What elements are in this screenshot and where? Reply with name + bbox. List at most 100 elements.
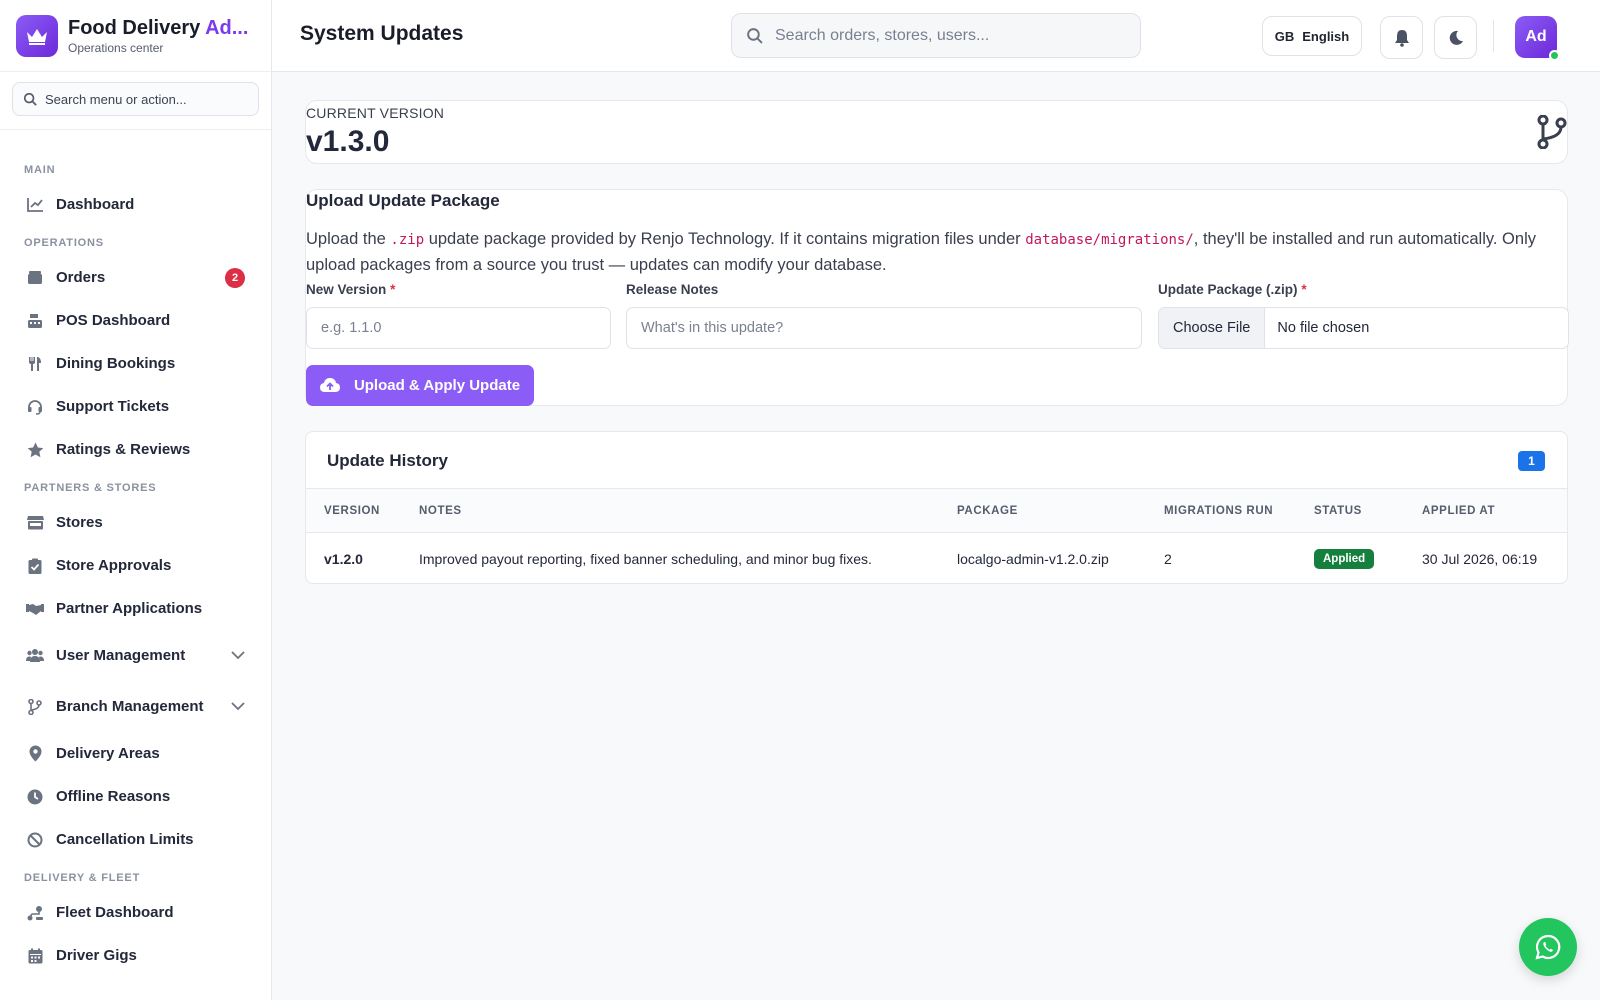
sidebar-item-pos[interactable]: POS Dashboard <box>0 299 271 342</box>
brand[interactable]: Food Delivery Ad... Operations center <box>0 0 271 72</box>
current-version-label: CURRENT VERSION <box>306 105 445 121</box>
row-migrations: 2 <box>1164 551 1172 567</box>
sidebar: Food Delivery Ad... Operations center MA… <box>0 0 272 1000</box>
current-version-card: CURRENT VERSION v1.3.0 <box>305 100 1568 164</box>
box-icon <box>26 269 44 287</box>
brand-title: Food Delivery Ad... <box>68 16 249 39</box>
utensils-icon <box>26 355 44 373</box>
column-header: STATUS <box>1314 505 1362 517</box>
new-version-input[interactable] <box>321 320 596 336</box>
row-applied-at: 30 Jul 2026, 06:19 <box>1422 551 1538 567</box>
column-header: MIGRATIONS RUN <box>1164 505 1274 517</box>
ban-icon <box>26 831 44 849</box>
column-header: APPLIED AT <box>1422 505 1496 517</box>
table-row[interactable]: v1.2.0 Improved payout reporting, fixed … <box>306 533 1567 583</box>
table-header: VERSION NOTES PACKAGE MIGRATIONS RUN STA… <box>306 489 1567 533</box>
clock-icon <box>26 788 44 806</box>
status-badge: Applied <box>1314 549 1375 569</box>
language-selector[interactable]: GB English <box>1262 16 1362 56</box>
map-pin-icon <box>26 745 44 763</box>
upload-description: Upload the .zip update package provided … <box>306 230 1536 274</box>
moon-icon <box>1449 30 1463 45</box>
release-notes-input[interactable] <box>641 320 1127 336</box>
column-header: VERSION <box>324 505 380 517</box>
star-icon <box>26 441 44 459</box>
section-operations: OPERATIONS <box>24 237 104 249</box>
sidebar-item-partner-apps[interactable]: Partner Applications <box>0 587 271 630</box>
sidebar-item-ratings[interactable]: Ratings & Reviews <box>0 428 271 471</box>
sidebar-item-cancellation[interactable]: Cancellation Limits <box>0 818 271 861</box>
new-version-field[interactable] <box>306 307 611 349</box>
online-status-dot <box>1549 50 1560 61</box>
clipboard-check-icon <box>26 557 44 575</box>
chart-line-icon <box>26 196 44 214</box>
search-icon <box>23 92 37 106</box>
chevron-down-icon[interactable] <box>231 651 245 660</box>
file-status: No file chosen <box>1277 320 1370 336</box>
history-title: Update History <box>327 451 448 470</box>
upload-apply-button[interactable]: Upload & Apply Update <box>306 365 534 406</box>
history-count-badge: 1 <box>1518 451 1545 471</box>
theme-toggle-button[interactable] <box>1434 16 1477 59</box>
cash-register-icon <box>26 312 44 330</box>
sidebar-item-dining[interactable]: Dining Bookings <box>0 342 271 385</box>
git-branch-icon <box>26 698 44 716</box>
package-file-field[interactable]: Choose File No file chosen <box>1158 307 1569 349</box>
notifications-button[interactable] <box>1380 16 1423 59</box>
global-search-input[interactable] <box>775 26 1115 45</box>
handshake-icon <box>26 600 44 618</box>
whatsapp-chat-button[interactable] <box>1519 918 1577 976</box>
section-delivery: DELIVERY & FLEET <box>24 872 141 884</box>
sidebar-item-orders[interactable]: Orders 2 <box>0 256 271 299</box>
calendar-icon <box>26 947 44 965</box>
header-divider <box>1493 20 1494 52</box>
current-version-value: v1.3.0 <box>306 125 390 158</box>
page-title: System Updates <box>300 22 464 45</box>
sidebar-item-delivery-areas[interactable]: Delivery Areas <box>0 732 271 775</box>
release-notes-field[interactable] <box>626 307 1142 349</box>
sidebar-search-input[interactable] <box>45 91 235 107</box>
headset-icon <box>26 398 44 416</box>
bell-icon <box>1394 29 1409 47</box>
column-header: NOTES <box>419 505 462 517</box>
sidebar-item-offline-reasons[interactable]: Offline Reasons <box>0 775 271 818</box>
sidebar-item-driver-gigs[interactable]: Driver Gigs <box>0 934 271 977</box>
topbar: System Updates GB English Ad <box>272 0 1600 72</box>
route-icon <box>26 904 44 922</box>
sidebar-item-branch-mgmt[interactable]: Branch Management <box>0 681 271 732</box>
chevron-down-icon[interactable] <box>231 702 245 711</box>
section-partners: PARTNERS & STORES <box>24 482 157 494</box>
upload-package-card: Upload Update Package Upload the .zip up… <box>305 189 1569 406</box>
row-version: v1.2.0 <box>324 551 363 567</box>
choose-file-button[interactable]: Choose File <box>1159 308 1266 348</box>
sidebar-item-store-approvals[interactable]: Store Approvals <box>0 544 271 587</box>
whatsapp-icon <box>1535 934 1561 960</box>
orders-badge: 2 <box>225 267 245 288</box>
new-version-label: New Version * <box>306 282 396 297</box>
global-search[interactable] <box>731 13 1141 58</box>
store-icon <box>26 514 44 532</box>
search-icon <box>747 28 763 44</box>
users-icon <box>26 647 44 665</box>
update-history-card: Update History 1 VERSION NOTES PACKAGE M… <box>305 431 1568 584</box>
sidebar-item-support[interactable]: Support Tickets <box>0 385 271 428</box>
sidebar-search[interactable] <box>12 82 259 116</box>
flag-gb-icon: GB <box>1274 28 1295 44</box>
language-label: English <box>1302 28 1350 44</box>
cloud-upload-icon <box>319 378 340 392</box>
sidebar-item-dashboard[interactable]: Dashboard <box>0 183 271 226</box>
package-label: Update Package (.zip) * <box>1158 282 1307 297</box>
upload-title: Upload Update Package <box>306 191 500 210</box>
sidebar-item-user-mgmt[interactable]: User Management <box>0 630 271 681</box>
avatar[interactable]: Ad <box>1515 16 1560 61</box>
section-main: MAIN <box>24 164 56 176</box>
git-branch-icon <box>1537 115 1567 149</box>
sidebar-item-stores[interactable]: Stores <box>0 501 271 544</box>
release-notes-label: Release Notes <box>626 282 719 297</box>
column-header: PACKAGE <box>957 505 1018 517</box>
sidebar-item-fleet[interactable]: Fleet Dashboard <box>0 891 271 934</box>
row-package: localgo-admin-v1.2.0.zip <box>957 551 1109 567</box>
brand-subtitle: Operations center <box>68 40 164 55</box>
row-notes: Improved payout reporting, fixed banner … <box>419 551 872 567</box>
crown-icon <box>16 14 58 57</box>
